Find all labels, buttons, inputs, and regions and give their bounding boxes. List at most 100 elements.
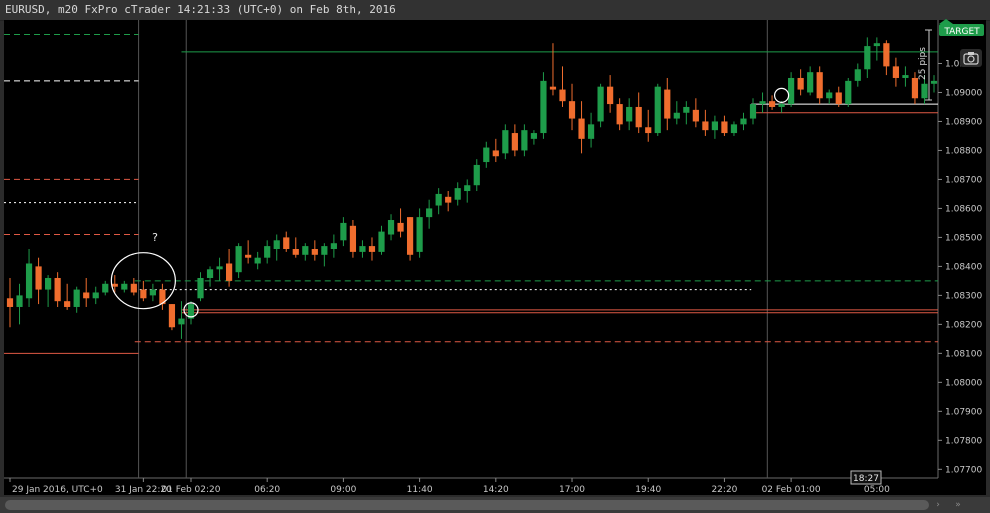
chevron-right-icon[interactable]: › xyxy=(932,499,944,511)
candle-body xyxy=(483,147,490,163)
candle-body xyxy=(721,121,728,134)
target-label: TARGET xyxy=(943,27,980,37)
candle-body xyxy=(73,289,80,307)
candle xyxy=(654,83,661,136)
candle-body xyxy=(264,246,271,258)
candle-body xyxy=(140,289,147,299)
camera-icon[interactable] xyxy=(960,49,982,67)
candle-body xyxy=(921,83,928,99)
candle-body xyxy=(45,277,52,290)
candle-body xyxy=(645,127,652,134)
candle-body xyxy=(540,80,547,134)
y-tick-label: 1.08200 xyxy=(945,320,982,330)
candle-body xyxy=(502,130,509,154)
candle-body xyxy=(197,277,204,299)
y-tick-label: 1.08000 xyxy=(945,378,982,388)
candle-body xyxy=(692,109,699,122)
candle-body xyxy=(930,80,938,84)
candle-body xyxy=(826,92,833,99)
x-tick-label: 09:00 xyxy=(330,485,356,495)
x-tick-label: 06:20 xyxy=(254,485,280,495)
candle-body xyxy=(235,246,242,273)
candle-body xyxy=(749,104,757,119)
candle-body xyxy=(149,289,156,296)
candle-body xyxy=(330,243,337,249)
candle-body xyxy=(759,101,766,105)
candle-body xyxy=(426,208,433,218)
candle-body xyxy=(683,106,690,113)
candle-body xyxy=(168,304,176,328)
price-chart[interactable]: 1.091001.090001.089001.088001.087001.086… xyxy=(0,0,990,497)
candle-body xyxy=(587,124,595,139)
candle-body xyxy=(445,196,452,203)
candle xyxy=(540,72,547,139)
candle-body xyxy=(635,106,642,128)
candle-body xyxy=(654,86,661,134)
candle-body xyxy=(340,222,347,241)
candle-body xyxy=(206,269,214,278)
candle-body xyxy=(559,89,566,102)
candle xyxy=(845,77,852,107)
candle-body xyxy=(283,237,290,249)
double-chevron-right-icon[interactable]: » xyxy=(952,499,964,511)
candle-body xyxy=(788,77,795,105)
candle-body xyxy=(664,89,671,119)
candle-body xyxy=(6,298,14,307)
candle-body xyxy=(83,292,90,299)
y-tick-label: 1.08900 xyxy=(945,117,982,127)
candle-body xyxy=(378,231,385,252)
candle xyxy=(597,83,604,128)
question-mark-annotation: ? xyxy=(152,231,158,244)
y-tick-label: 1.08500 xyxy=(945,233,982,243)
crosshair-time-label: 18:27 xyxy=(850,470,882,485)
candle-body xyxy=(607,86,614,105)
candle-body xyxy=(854,69,861,81)
x-tick-label: 11:40 xyxy=(407,485,433,495)
candle xyxy=(406,217,414,261)
candle-body xyxy=(35,266,42,290)
candle-body xyxy=(892,66,899,78)
candle-body xyxy=(25,263,33,299)
candle-body xyxy=(797,77,804,90)
y-tick-label: 1.08300 xyxy=(945,291,982,301)
candle-body xyxy=(816,72,823,99)
candle-body xyxy=(225,263,233,281)
y-tick-label: 1.07900 xyxy=(945,407,982,417)
candle-body xyxy=(864,46,871,70)
candle-body xyxy=(835,92,842,105)
candle-body xyxy=(778,104,785,107)
candle-body xyxy=(702,121,709,131)
candle-body xyxy=(130,283,137,293)
y-tick-label: 1.08100 xyxy=(945,349,982,359)
candle-body xyxy=(406,217,414,255)
pips-label: 25 pips xyxy=(918,47,928,80)
y-tick-label: 1.08700 xyxy=(945,175,982,185)
candle-body xyxy=(549,86,557,90)
candle-body xyxy=(245,254,252,258)
y-tick-label: 1.07700 xyxy=(945,465,982,475)
candle-body xyxy=(597,86,604,122)
candle-body xyxy=(616,104,623,125)
candle-body xyxy=(521,130,528,151)
scrollbar-thumb[interactable] xyxy=(5,500,929,510)
candle-body xyxy=(845,80,852,105)
candle-body xyxy=(302,246,309,255)
candle-body xyxy=(711,121,719,131)
candle-body xyxy=(102,283,109,293)
candle-body xyxy=(216,266,223,270)
candle-body xyxy=(626,106,633,122)
y-tick-label: 1.08600 xyxy=(945,204,982,214)
x-tick-label: 01 Feb 02:20 xyxy=(161,485,220,495)
x-tick-label: 05:00 xyxy=(864,485,890,495)
candle-body xyxy=(92,292,99,299)
crosshair-time-text: 18:27 xyxy=(853,474,879,484)
candle-body xyxy=(311,249,318,255)
candle-body xyxy=(511,133,518,151)
candle-body xyxy=(673,112,680,119)
candle-body xyxy=(368,246,376,252)
y-tick-label: 1.07800 xyxy=(945,436,982,446)
y-tick-label: 1.08800 xyxy=(945,146,982,156)
candle-body xyxy=(121,283,128,290)
candle-body xyxy=(16,295,23,307)
candle-body xyxy=(530,133,538,139)
